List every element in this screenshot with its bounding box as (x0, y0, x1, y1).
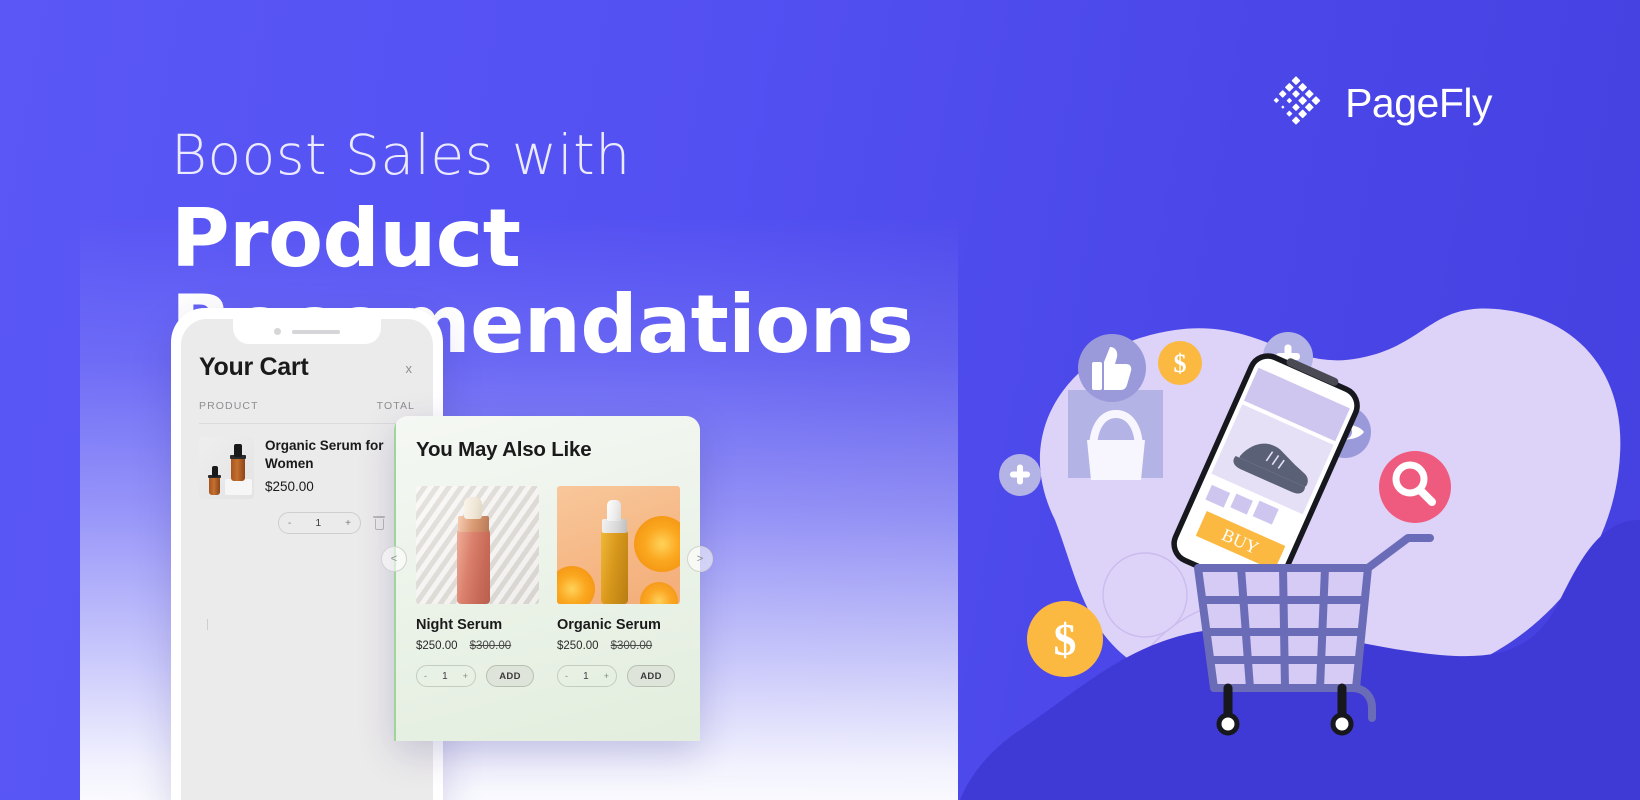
cart-title: Your Cart (199, 353, 309, 381)
cart-wheel (1330, 712, 1354, 736)
divider (199, 423, 415, 424)
quantity-stepper[interactable]: - 1 + (278, 512, 361, 534)
quantity-value: 1 (583, 670, 589, 682)
quantity-value: 1 (442, 670, 448, 682)
search-circle (1379, 451, 1451, 523)
phone-camera-dot (274, 328, 281, 335)
recommendation-title: You May Also Like (416, 438, 592, 461)
phone-speaker-bar (292, 329, 340, 334)
cart-column-total: TOTAL (376, 400, 415, 412)
cart-item-name: Organic Serum for Women (265, 438, 384, 472)
product-pricing: $250.00 $300.00 (416, 640, 539, 652)
quantity-increment-button[interactable]: + (345, 518, 351, 529)
quantity-increment-button[interactable]: + (604, 671, 609, 681)
cart-line-item: Organic Serum for Women $250.00 (199, 437, 415, 499)
close-icon[interactable]: x (406, 353, 416, 376)
hero-illustration: $ BUY $ (960, 0, 1640, 800)
serum-bottles-thumbnail-icon (199, 437, 254, 499)
product-price: $250.00 (557, 640, 599, 652)
cart-item-price: $250.00 (265, 479, 314, 495)
big-dollar-coin-label: $ (1054, 614, 1077, 665)
quantity-decrement-button[interactable]: - (424, 671, 427, 681)
phone-notch (233, 319, 381, 344)
product-pricing: $250.00 $300.00 (557, 640, 680, 652)
product-actions: - 1 + ADD (557, 665, 680, 687)
quantity-increment-button[interactable]: + (463, 671, 468, 681)
cart-item-controls: - 1 + (199, 512, 415, 534)
quantity-stepper[interactable]: - 1 + (557, 665, 617, 687)
carousel-next-button[interactable]: > (687, 546, 713, 572)
quantity-value: 1 (315, 517, 322, 529)
night-serum-photo-icon (416, 486, 539, 604)
cart-column-headers: PRODUCT TOTAL (199, 400, 415, 412)
recommendation-card: You May Also Like Night Serum $250.00 $3… (394, 416, 700, 741)
quantity-stepper[interactable]: - 1 + (416, 665, 476, 687)
recommendation-product-grid: Night Serum $250.00 $300.00 - 1 + ADD Or… (416, 486, 680, 687)
product-actions: - 1 + ADD (416, 665, 539, 687)
add-to-cart-button[interactable]: ADD (627, 665, 675, 687)
product-name: Night Serum (416, 617, 503, 633)
product-price: $250.00 (416, 640, 458, 652)
carousel-prev-button[interactable]: < (381, 546, 407, 572)
add-to-cart-button[interactable]: ADD (486, 665, 534, 687)
product-name: Organic Serum (557, 617, 661, 633)
quantity-decrement-button[interactable]: - (565, 671, 568, 681)
cart-column-product: PRODUCT (199, 400, 259, 412)
recommendation-product-1[interactable]: Night Serum $250.00 $300.00 - 1 + ADD (416, 486, 539, 687)
organic-serum-orange-photo-icon (557, 486, 680, 604)
product-compare-price: $300.00 (469, 640, 512, 652)
cart-header: Your Cart x (199, 353, 415, 382)
cart-item-info: Organic Serum for Women $250.00 (265, 437, 415, 499)
scroll-tick (207, 619, 208, 630)
recommendation-product-2[interactable]: Organic Serum $250.00 $300.00 - 1 + ADD (557, 486, 680, 687)
quantity-decrement-button[interactable]: - (288, 518, 291, 529)
product-compare-price: $300.00 (610, 640, 653, 652)
cart-wheel (1216, 712, 1240, 736)
trash-icon[interactable] (373, 516, 385, 530)
dollar-coin-label: $ (1174, 349, 1187, 378)
